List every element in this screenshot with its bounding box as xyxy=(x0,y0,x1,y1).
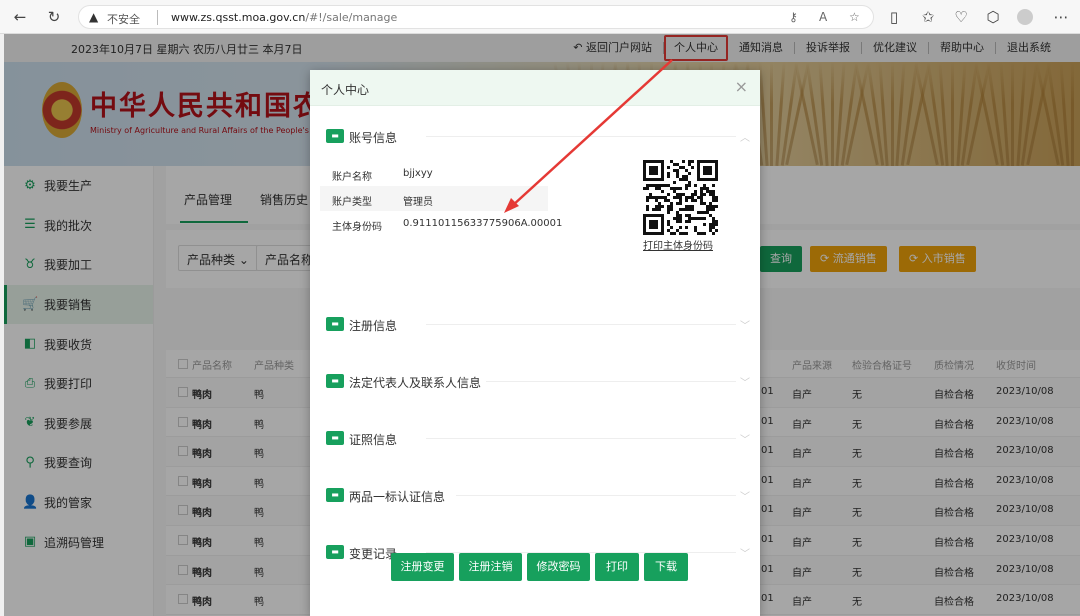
web-page: 2023年10月7日 星期六 农历八月廿三 本月7日 ↶ 返回门户网站 个人中心… xyxy=(4,34,1080,616)
print-button[interactable]: 打印 xyxy=(595,553,639,581)
chevron-down-icon[interactable]: ﹀ xyxy=(740,431,750,446)
address-bar[interactable]: ▲ 不安全 www.zs.qsst.moa.gov.cn/#!/sale/man… xyxy=(78,5,874,29)
chevron-up-icon[interactable]: ︿ xyxy=(740,129,750,144)
section-legal-rep-info[interactable]: ▬ 法定代表人及联系人信息 ﹀ xyxy=(326,371,750,393)
info-row-username: 账户名称 bjjxyy xyxy=(332,168,433,183)
section-register-info[interactable]: ▬ 注册信息 ﹀ xyxy=(326,314,750,336)
download-button[interactable]: 下载 xyxy=(644,553,688,581)
id-card-icon: ▬ xyxy=(326,317,344,331)
section-certification-info[interactable]: ▬ 两品一标认证信息 ﹀ xyxy=(326,485,750,507)
close-icon[interactable]: × xyxy=(735,78,748,96)
id-card-icon: ▬ xyxy=(326,545,344,559)
more-icon[interactable]: ⋯ xyxy=(1051,7,1071,27)
register-cancel-button[interactable]: 注册注销 xyxy=(459,553,522,581)
avatar[interactable] xyxy=(1017,9,1033,25)
favorites-icon[interactable]: ✩ xyxy=(918,7,938,27)
refresh-icon[interactable]: ↻ xyxy=(44,7,64,27)
dialog-title: 个人中心 xyxy=(321,83,370,97)
personal-center-dialog: 个人中心 × ▬ 账号信息 ︿ 账户名称 bjjxyy 账户类型 管理员 主体身… xyxy=(310,70,760,616)
register-change-button[interactable]: 注册变更 xyxy=(391,553,454,581)
star-icon[interactable]: ☆ xyxy=(849,10,860,24)
extensions-icon[interactable]: ⬡ xyxy=(983,7,1003,27)
info-row-subject-id: 主体身份码 0.91110115633775906A.00001 xyxy=(332,218,563,233)
section-account-info[interactable]: ▬ 账号信息 ︿ xyxy=(326,126,750,148)
id-card-icon: ▬ xyxy=(326,129,344,143)
dialog-header: 个人中心 × xyxy=(310,70,760,106)
qr-code xyxy=(643,160,718,235)
chevron-down-icon[interactable]: ﹀ xyxy=(740,317,750,332)
id-card-icon: ▬ xyxy=(326,488,344,502)
browser-toolbar: ← ↻ ▲ 不安全 www.zs.qsst.moa.gov.cn/#!/sale… xyxy=(0,0,1080,34)
security-warning: 不安全 xyxy=(107,13,140,26)
info-row-account-type: 账户类型 管理员 xyxy=(320,186,548,211)
url-text: www.zs.qsst.moa.gov.cn/#!/sale/manage xyxy=(171,11,398,24)
heart-icon[interactable]: ♡ xyxy=(951,7,971,27)
chevron-down-icon[interactable]: ﹀ xyxy=(740,374,750,389)
split-screen-icon[interactable]: ▯ xyxy=(884,7,904,27)
warning-icon: ▲ xyxy=(89,10,99,24)
chevron-down-icon[interactable]: ﹀ xyxy=(740,545,750,560)
divider xyxy=(157,10,158,25)
id-card-icon: ▬ xyxy=(326,431,344,445)
change-password-button[interactable]: 修改密码 xyxy=(527,553,590,581)
print-subject-id-link[interactable]: 打印主体身份码 xyxy=(643,237,713,252)
key-icon[interactable]: ⚷ xyxy=(789,10,798,24)
screen: ← ↻ ▲ 不安全 www.zs.qsst.moa.gov.cn/#!/sale… xyxy=(0,0,1080,616)
section-license-info[interactable]: ▬ 证照信息 ﹀ xyxy=(326,428,750,450)
id-card-icon: ▬ xyxy=(326,374,344,388)
read-aloud-icon[interactable]: A xyxy=(819,10,827,24)
back-arrow-icon[interactable]: ← xyxy=(10,7,30,27)
chevron-down-icon[interactable]: ﹀ xyxy=(740,488,750,503)
